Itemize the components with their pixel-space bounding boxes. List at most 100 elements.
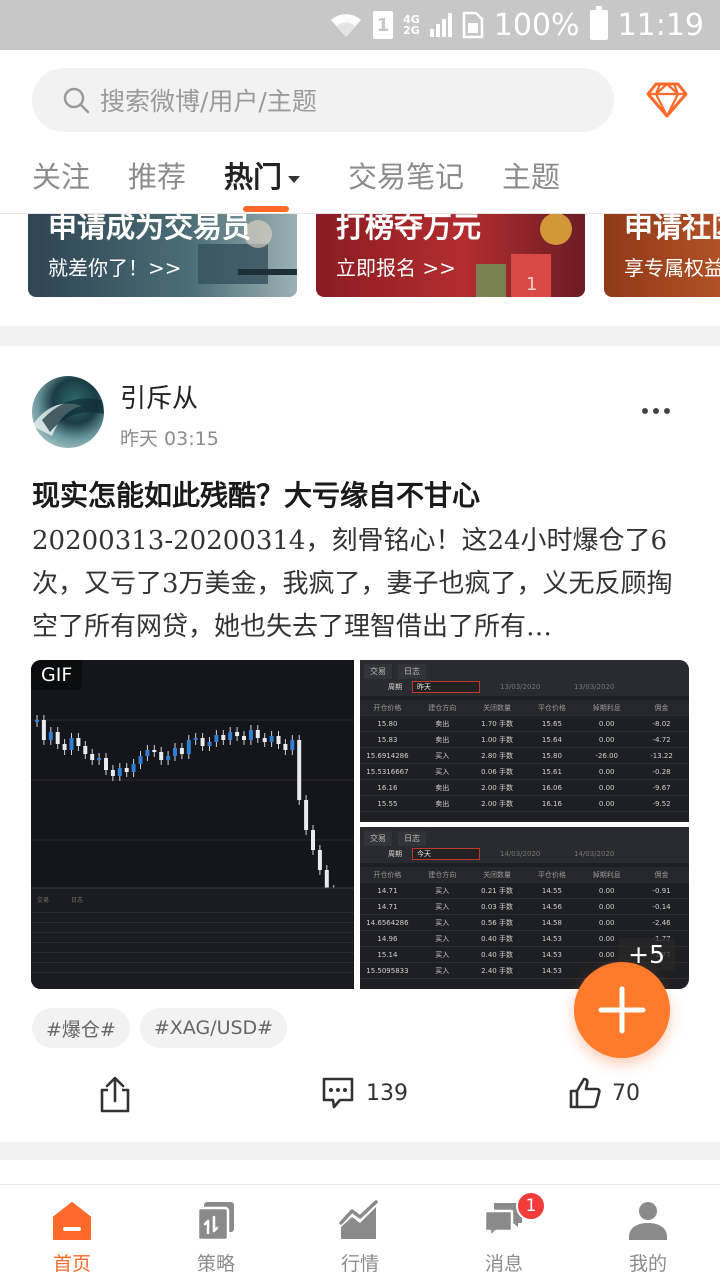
table-row: 14.71 买入 0.03 手数 14.56 0.00 -0.14 — [360, 899, 689, 915]
date-to: 13/03/2020 — [574, 683, 615, 691]
table-cell: 15.55 — [377, 799, 398, 808]
banner-leaderboard[interactable]: 1 打榜夺万元 立即报名 >> — [316, 214, 585, 297]
table-cell: 买入 — [435, 902, 450, 911]
table-cell: 买入 — [435, 767, 450, 776]
table-cell: 0.00 — [598, 918, 615, 927]
table-cell: 0.56 手数 — [481, 918, 513, 927]
col-header: 掉期利息 — [592, 870, 621, 879]
table-cell: 14.53 — [541, 950, 562, 959]
table-cell: -26.00 — [595, 751, 619, 760]
col-header: 关闭数量 — [483, 870, 512, 879]
trade-table-1: 开仓价格 建仓方向 关闭数量 平仓价格 掉期利息 佣金 15.80 卖出 1.70 … — [360, 700, 689, 812]
thumbs-up-icon — [569, 1077, 601, 1109]
signal-icon — [429, 13, 452, 37]
app-header: 搜索微博/用户/主题 关注 推荐 热门 交易笔记 主题 — [0, 50, 720, 214]
search-bar[interactable]: 搜索微博/用户/主题 — [32, 68, 614, 132]
table-cell: 14.53 — [541, 966, 562, 975]
tab-recommend[interactable]: 推荐 — [128, 154, 186, 196]
table-cell: 0.00 — [598, 767, 615, 776]
table-cell: 15.61 — [541, 767, 562, 776]
nav-strategy[interactable]: 策略 — [166, 1185, 266, 1280]
table-cell: 2.00 手数 — [481, 799, 513, 808]
filter-label: 周期 — [388, 683, 402, 691]
table-cell: -0.28 — [652, 767, 671, 776]
table-cell: 买入 — [435, 918, 450, 927]
comment-icon — [322, 1077, 354, 1109]
market-icon — [338, 1199, 382, 1243]
share-icon — [100, 1076, 130, 1113]
post-image-table-1[interactable]: 交易 日志 周期 昨天 13/03/2020 13/03/2020 开仓价格 建… — [360, 660, 689, 822]
post-image-grid: 交易 日志 GIF 交易 日志 周期 昨天 13/03/2020 13/03/20… — [31, 660, 689, 989]
table-cell: 买入 — [435, 950, 450, 959]
tag-xag-usd[interactable]: #XAG/USD# — [139, 1008, 288, 1048]
table-header-row: 开仓价格 建仓方向 关闭数量 平仓价格 掉期利息 佣金 — [360, 700, 689, 716]
table-cell: 买入 — [435, 751, 450, 760]
table-tab: 交易 — [364, 831, 392, 846]
svg-text:1: 1 — [526, 274, 537, 295]
more-options-icon[interactable] — [642, 408, 670, 416]
like-button[interactable]: 70 — [568, 1076, 640, 1110]
table-cell: 0.21 手数 — [481, 886, 513, 895]
table-cell: 买入 — [435, 934, 450, 943]
col-header: 开仓价格 — [373, 703, 402, 712]
table-row: 15.5316667 买入 0.06 手数 15.61 0.00 -0.28 — [360, 764, 689, 780]
table-cell: 买入 — [435, 886, 450, 895]
message-icon: 1 — [482, 1191, 546, 1243]
active-tab-indicator — [243, 206, 289, 212]
nav-label: 策略 — [196, 1253, 235, 1275]
table-tab: 日志 — [398, 664, 426, 679]
tab-trade-notes[interactable]: 交易笔记 — [348, 154, 464, 196]
post-title[interactable]: 现实怎能如此残酷？大亏缘自不甘心 — [32, 474, 692, 514]
table-cell: -0.91 — [652, 886, 671, 895]
table-row: 14.71 买入 0.21 手数 14.55 0.00 -0.91 — [360, 883, 689, 899]
table-cell: 14.6564286 — [366, 918, 409, 927]
table-cell: 16.16 — [541, 799, 562, 808]
nav-label: 首页 — [52, 1253, 91, 1275]
table-cell: 卖出 — [435, 735, 450, 744]
banner-subtitle: 就差你了！>> — [48, 256, 182, 280]
table-row: 15.6914286 买入 2.80 手数 15.80 -26.00 -13.22 — [360, 748, 689, 764]
nav-messages[interactable]: 1 消息 — [454, 1185, 554, 1280]
tab-topics[interactable]: 主题 — [502, 154, 560, 196]
banner-community[interactable]: 申请社区 享专属权益 — [604, 214, 720, 297]
tab-hot[interactable]: 热门 — [224, 154, 301, 196]
table-cell: -0.14 — [652, 902, 671, 911]
table-row: 14.6564286 买入 0.56 手数 14.58 0.00 -2.46 — [360, 915, 689, 931]
author-name[interactable]: 引斥从 — [120, 378, 198, 415]
nav-label: 行情 — [340, 1253, 379, 1275]
table-cell: 2.00 手数 — [481, 783, 513, 792]
post-body[interactable]: 20200313-20200314，刻骨铭心！这24小时爆仓了6次，又亏了3万美… — [32, 520, 692, 649]
nav-label: 消息 — [484, 1253, 523, 1275]
filter-value: 今天 — [412, 848, 480, 860]
table-cell: 14.71 — [377, 902, 398, 911]
trophy-illustration: 1 — [476, 214, 572, 297]
comment-button[interactable]: 139 — [320, 1076, 408, 1110]
nav-home[interactable]: 首页 — [22, 1185, 122, 1280]
tab-follow[interactable]: 关注 — [32, 154, 90, 196]
share-button[interactable] — [98, 1076, 132, 1114]
gif-badge: GIF — [31, 660, 83, 690]
table-cell: 15.80 — [541, 751, 562, 760]
table-cell: 买入 — [435, 966, 450, 975]
table-cell: -9.52 — [652, 799, 671, 808]
col-header: 开仓价格 — [373, 870, 402, 879]
table-cell: 0.00 — [598, 735, 615, 744]
bottom-nav: 首页 策略 行情 1 消息 我的 — [0, 1184, 720, 1280]
post-image-chart[interactable]: 交易 日志 GIF — [31, 660, 354, 989]
table-cell: 14.55 — [541, 886, 562, 895]
tag-liquidation[interactable]: #爆仓# — [32, 1008, 130, 1048]
table-cell: 0.40 手数 — [481, 950, 513, 959]
nav-profile[interactable]: 我的 — [598, 1185, 698, 1280]
tab-hot-label: 热门 — [224, 160, 283, 194]
svg-text:日志: 日志 — [71, 896, 83, 904]
table-cell: 16.16 — [377, 783, 398, 792]
banner-become-trader[interactable]: 申请成为交易员 就差你了！>> — [28, 214, 297, 297]
table-cell: 15.6914286 — [366, 751, 409, 760]
create-post-button[interactable] — [574, 962, 670, 1058]
table-tab: 日志 — [398, 831, 426, 846]
table-cell: 0.00 — [598, 902, 615, 911]
diamond-icon[interactable] — [646, 78, 688, 120]
table-cell: 15.80 — [377, 719, 398, 728]
nav-market[interactable]: 行情 — [310, 1185, 410, 1280]
avatar[interactable] — [32, 376, 104, 448]
